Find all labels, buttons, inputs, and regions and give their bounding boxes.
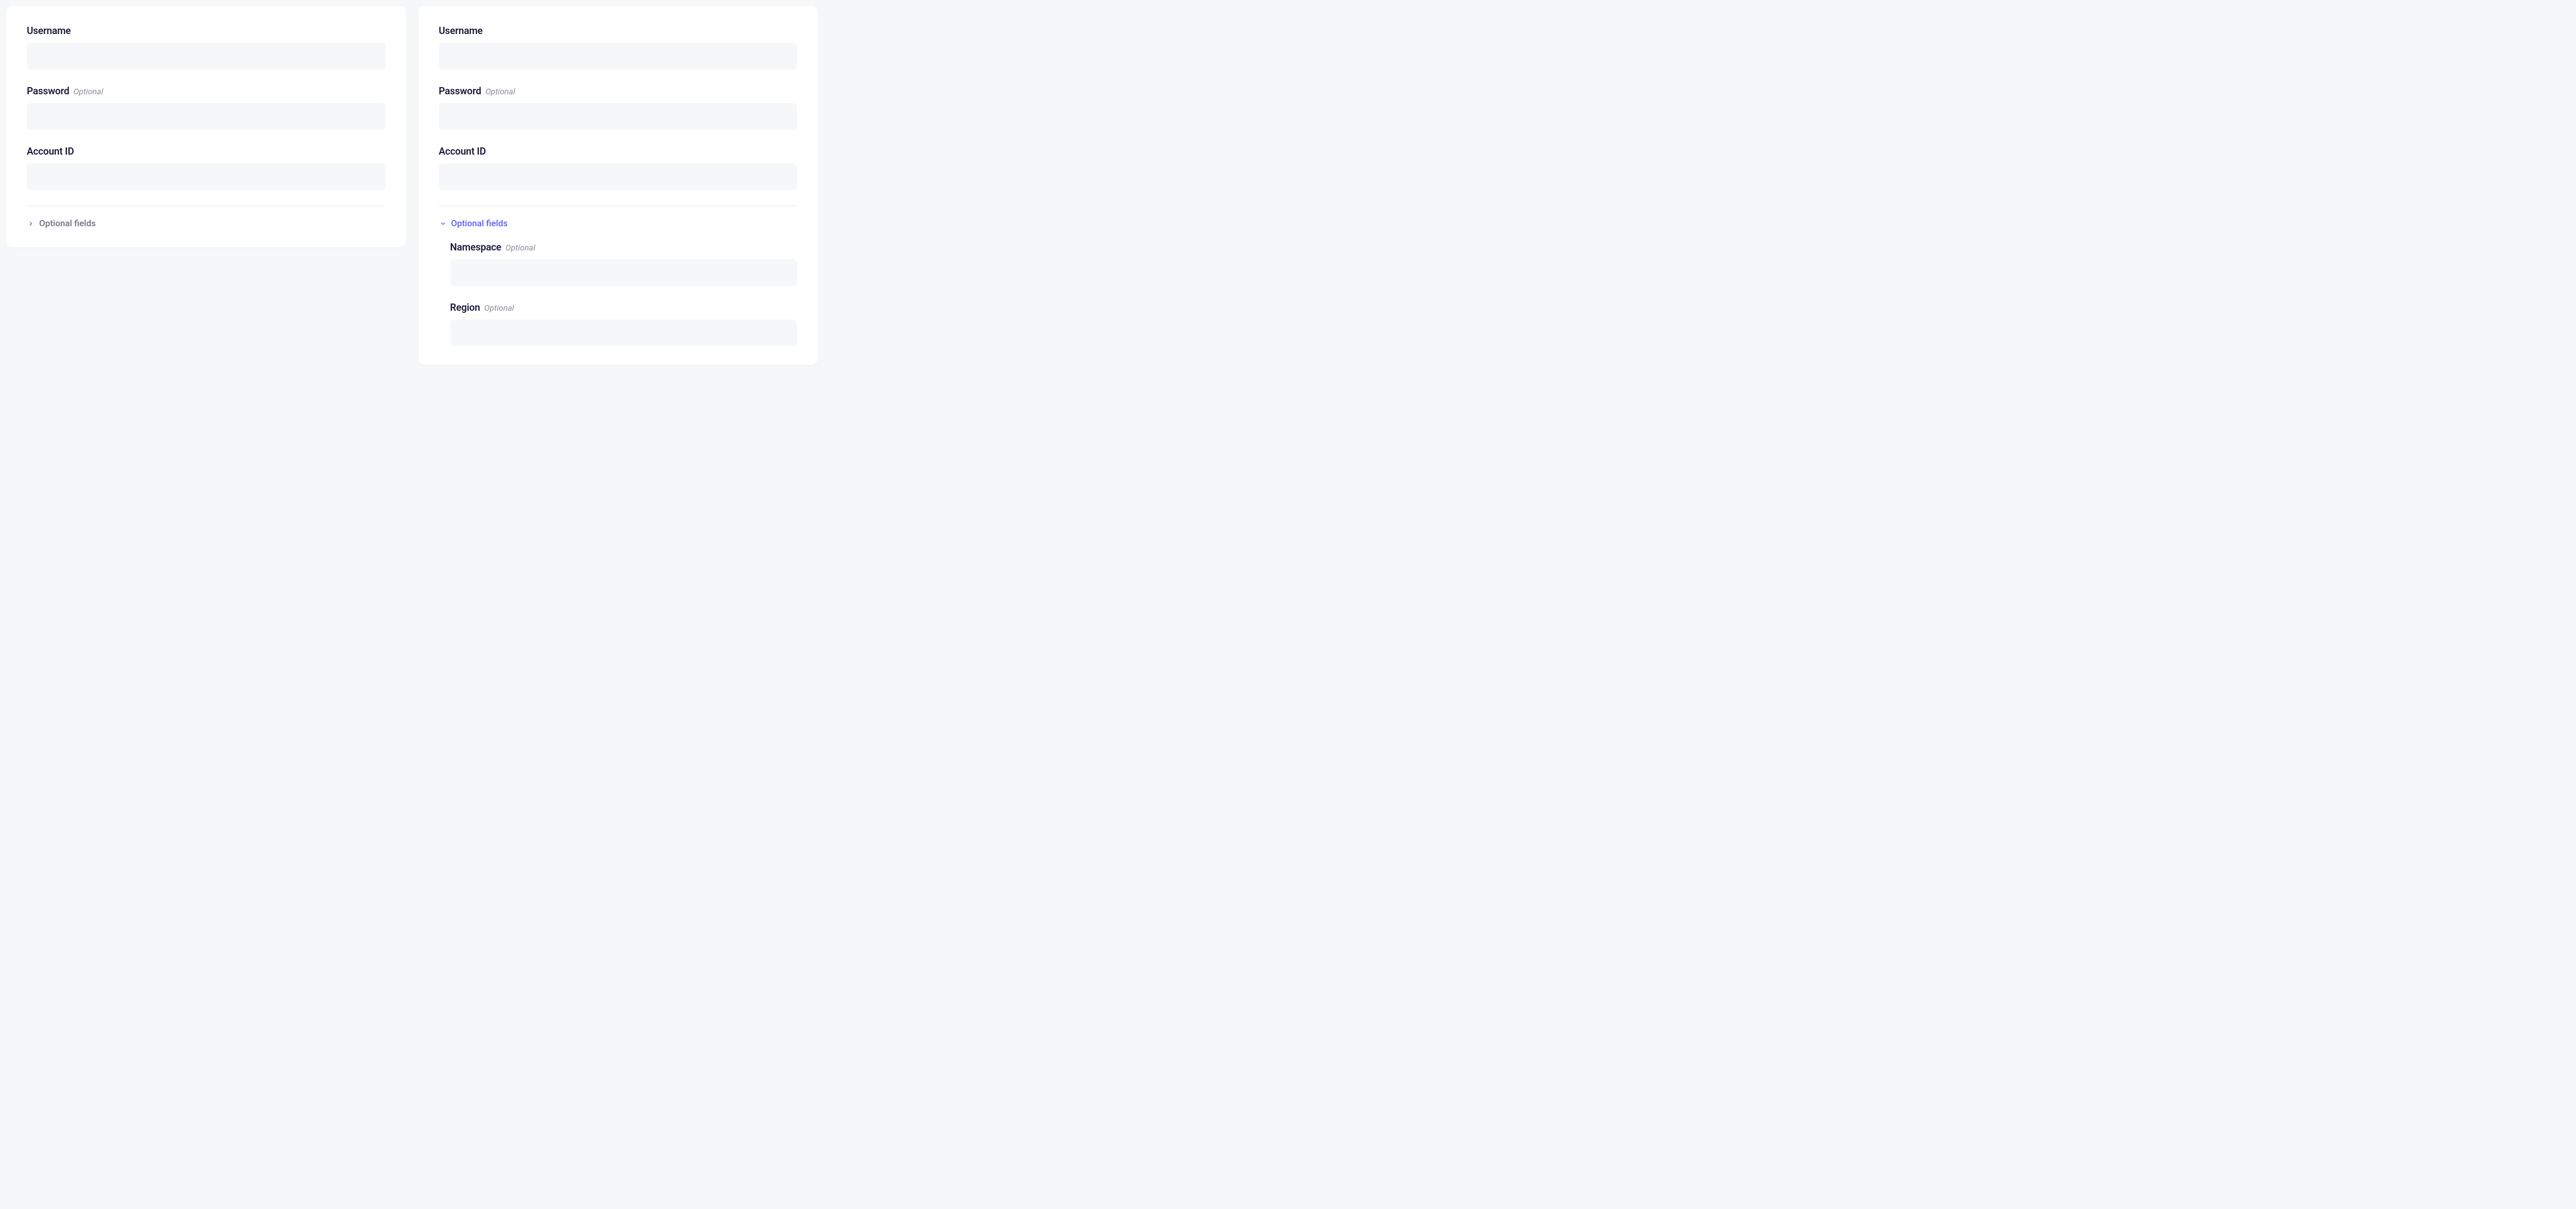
namespace-input[interactable] <box>450 259 798 286</box>
password-field: Password Optional <box>27 85 385 130</box>
optional-fields-toggle-label: Optional fields <box>39 219 96 229</box>
form-cards-container: Username Password Optional Account ID Op… <box>6 6 818 365</box>
account-id-field: Account ID <box>27 145 385 190</box>
username-label-row: Username <box>439 25 798 37</box>
username-field: Username <box>27 25 385 70</box>
account-id-input[interactable] <box>27 163 385 190</box>
username-label-row: Username <box>27 25 385 37</box>
chevron-right-icon <box>27 220 35 228</box>
optional-fields-toggle[interactable]: Optional fields <box>439 219 798 229</box>
account-id-label-row: Account ID <box>27 145 385 157</box>
namespace-label-row: Namespace Optional <box>450 241 798 253</box>
account-id-field: Account ID <box>439 145 798 190</box>
region-label-row: Region Optional <box>450 301 798 313</box>
password-input[interactable] <box>27 103 385 130</box>
password-label: Password <box>27 85 69 97</box>
account-id-input[interactable] <box>439 163 798 190</box>
password-optional-tag: Optional <box>485 87 515 96</box>
account-id-label: Account ID <box>27 145 74 157</box>
username-input[interactable] <box>439 43 798 70</box>
password-field: Password Optional <box>439 85 798 130</box>
region-optional-tag: Optional <box>484 303 514 313</box>
password-optional-tag: Optional <box>73 87 103 96</box>
optional-fields-section: Namespace Optional Region Optional <box>439 241 798 346</box>
password-label-row: Password Optional <box>439 85 798 97</box>
username-label: Username <box>27 25 71 37</box>
account-id-label: Account ID <box>439 145 486 157</box>
optional-fields-toggle[interactable]: Optional fields <box>27 219 385 229</box>
form-card-collapsed: Username Password Optional Account ID Op… <box>6 6 406 247</box>
region-input[interactable] <box>450 320 798 346</box>
optional-fields-toggle-label: Optional fields <box>451 219 508 229</box>
password-label-row: Password Optional <box>27 85 385 97</box>
region-label: Region <box>450 301 480 313</box>
namespace-label: Namespace <box>450 241 501 253</box>
namespace-optional-tag: Optional <box>505 243 535 253</box>
namespace-field: Namespace Optional <box>450 241 798 286</box>
password-input[interactable] <box>439 103 798 130</box>
form-card-expanded: Username Password Optional Account ID Op… <box>418 6 818 365</box>
username-input[interactable] <box>27 43 385 70</box>
username-field: Username <box>439 25 798 70</box>
region-field: Region Optional <box>450 301 798 346</box>
chevron-down-icon <box>439 220 447 228</box>
username-label: Username <box>439 25 483 37</box>
account-id-label-row: Account ID <box>439 145 798 157</box>
password-label: Password <box>439 85 481 97</box>
